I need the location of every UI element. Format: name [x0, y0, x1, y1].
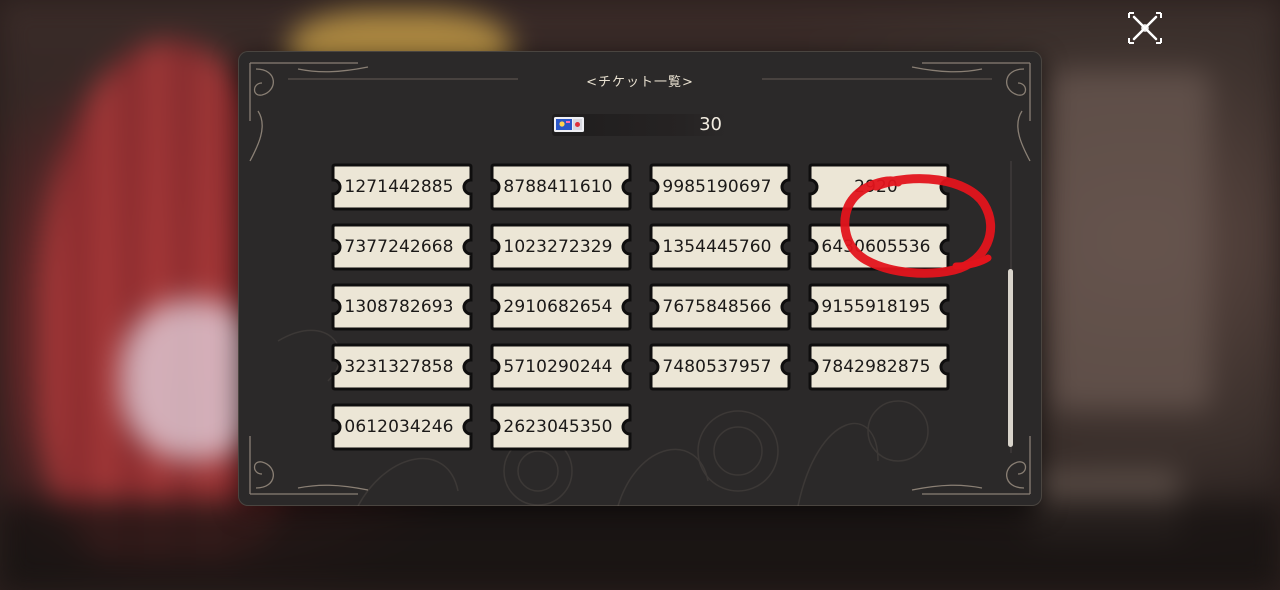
ticket-number: 2910682654: [503, 297, 613, 317]
ticket-number: 7377242668: [344, 237, 454, 257]
ticket-item[interactable]: 9155918195: [806, 283, 952, 331]
ticket-item[interactable]: 2910682654: [488, 283, 634, 331]
ticket-number: 1354445760: [662, 237, 772, 257]
ticket-number: 3231327858: [344, 357, 454, 377]
ticket-number: 7842982875: [821, 357, 931, 377]
ticket-item[interactable]: 1308782693: [329, 283, 475, 331]
ticket-number: 1271442885: [344, 177, 454, 197]
ticket-item[interactable]: 0612034246: [329, 403, 475, 451]
scrollbar-thumb[interactable]: [1008, 269, 1013, 447]
ticket-item[interactable]: 8788411610: [488, 163, 634, 211]
ticket-item[interactable]: 9985190697: [647, 163, 793, 211]
ticket-number: 2623045350: [503, 417, 613, 437]
ticket-item[interactable]: 1354445760: [647, 223, 793, 271]
ticket-number: 0612034246: [344, 417, 454, 437]
ticket-number: 9155918195: [821, 297, 931, 317]
ticket-number: 7480537957: [662, 357, 772, 377]
panel-title: <チケット一覧>: [586, 75, 694, 90]
ticket-list-panel: <チケット一覧> 30 1271442885 8788411610 99851906…: [238, 51, 1042, 506]
ticket-item[interactable]: 2623045350: [488, 403, 634, 451]
ticket-item[interactable]: 3231327858: [329, 343, 475, 391]
ticket-icon: [553, 116, 585, 133]
ticket-item[interactable]: 5710290244: [488, 343, 634, 391]
ticket-number: 1023272329: [503, 237, 613, 257]
ticket-number: 1308782693: [344, 297, 454, 317]
ticket-item[interactable]: 1023272329: [488, 223, 634, 271]
ticket-item[interactable]: 7675848566: [647, 283, 793, 331]
ticket-item[interactable]: 7842982875: [806, 343, 952, 391]
close-x-icon: [1128, 12, 1162, 44]
ticket-item[interactable]: 1271442885: [329, 163, 475, 211]
ticket-item[interactable]: 6430605536: [806, 223, 952, 271]
ticket-number: 9985190697: [662, 177, 772, 197]
ticket-item[interactable]: 7377242668: [329, 223, 475, 271]
ticket-number: 5710290244: [503, 357, 613, 377]
game-screen: <チケット一覧> 30 1271442885 8788411610 99851906…: [0, 0, 1280, 590]
close-button[interactable]: [1124, 8, 1166, 48]
ticket-number: 8788411610: [503, 177, 613, 197]
ticket-number: 2920: [854, 177, 898, 197]
ticket-item[interactable]: 7480537957: [647, 343, 793, 391]
ticket-number: 6430605536: [821, 237, 931, 257]
ticket-count: 30: [699, 114, 722, 135]
ticket-item[interactable]: 2920: [806, 163, 952, 211]
ticket-number: 7675848566: [662, 297, 772, 317]
